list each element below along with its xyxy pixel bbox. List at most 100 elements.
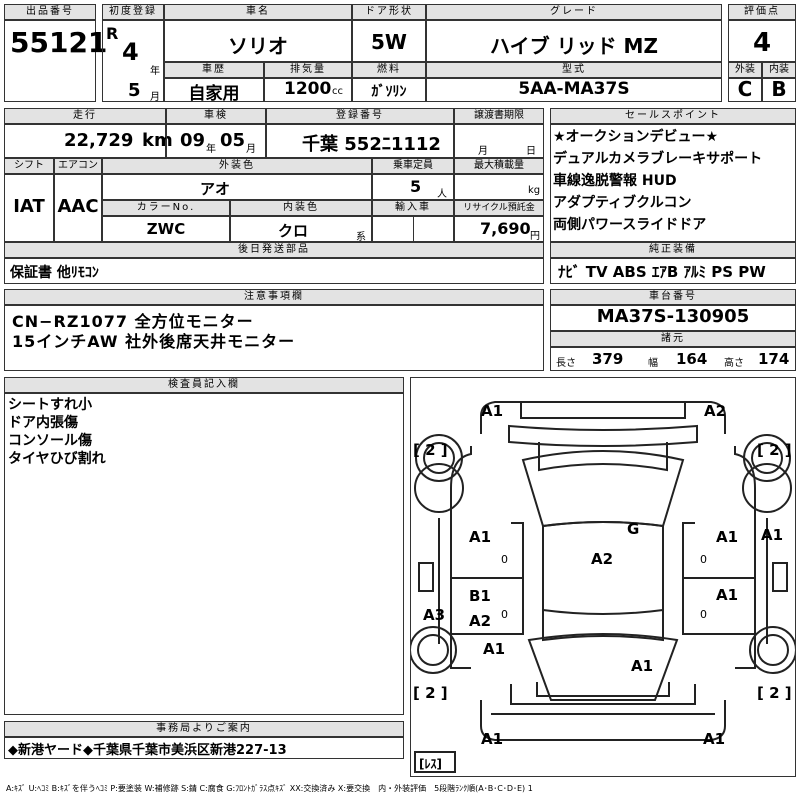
doc-deadline-month: 月 — [478, 146, 488, 157]
lot-number: 55121 — [10, 26, 108, 59]
mark-left-rear: A1 — [483, 640, 505, 658]
aircon: AAC — [57, 196, 99, 217]
inspector-label: 検査員記入欄 — [4, 377, 404, 393]
mark-front-right: A2 — [704, 402, 726, 420]
sales-point-item: デュアルカメラブレーキサポート — [553, 151, 763, 167]
max-load-label: 最大積載量 — [454, 158, 544, 174]
sales-points-label: セールスポイント — [550, 108, 796, 124]
first-reg-year: 4 — [122, 38, 139, 66]
model-label: 型式 — [426, 62, 722, 78]
ext-score: C — [737, 77, 753, 101]
mark-right-rear-door-num: 0 — [700, 608, 707, 621]
ext-color-label: 外装色 — [102, 158, 372, 174]
windshield — [521, 450, 685, 528]
mark-left-front-door-num: 0 — [501, 553, 508, 566]
sales-point-item: 両側パワースライドドア — [553, 217, 707, 233]
mark-left-rear-door-num: 0 — [501, 608, 508, 621]
score: 4 — [752, 28, 772, 58]
shaken-month: 05 — [220, 130, 246, 151]
mileage-label: 走行 — [4, 108, 166, 124]
aircon-label: エアコン — [54, 158, 102, 174]
history: 自家用 — [188, 84, 240, 104]
recycle-unit: 円 — [530, 231, 540, 242]
mark-left-quarter: A3 — [423, 606, 445, 624]
roof — [542, 521, 664, 615]
capacity-label: 乗車定員 — [372, 158, 454, 174]
later-parts: 保証書 他ﾘﾓｺﾝ — [10, 265, 99, 281]
fuel: ｶﾞｿﾘﾝ — [371, 84, 407, 100]
score-label: 評価点 — [728, 4, 796, 20]
specs-label: 諸元 — [550, 331, 796, 347]
first-reg-month: 5 — [128, 80, 141, 101]
tire-rear-right-grade: [ 2 ] — [757, 684, 792, 702]
legend: A:ｷｽﾞ U:ﾍｺﾐ B:ｷｽﾞを伴うﾍｺﾐ P:要塗装 W:補修跡 S:錆 … — [6, 784, 533, 793]
displacement: 1200 — [284, 79, 332, 99]
sales-point-item: アダプティブクルコン — [553, 195, 692, 211]
grade-label: グレード — [426, 4, 722, 20]
int-color-label: 内装色 — [230, 200, 372, 216]
mark-windshield: G — [627, 520, 639, 538]
height-label: 高さ — [724, 358, 744, 369]
inspector-line-4: タイヤひび割れ — [8, 451, 106, 467]
rear-hatch — [527, 633, 679, 701]
color-no-label: カラーNo. — [102, 200, 230, 216]
displacement-label: 排気量 — [264, 62, 352, 78]
int-color: クロ — [277, 222, 308, 240]
int-color-suffix: 系 — [356, 232, 366, 243]
inspector-line-1: シートすれ小 — [8, 397, 92, 413]
equipment-label: 純正装備 — [550, 242, 796, 258]
max-load-unit: kg — [528, 185, 541, 196]
mark-right-rear-door: A1 — [716, 586, 738, 604]
length-label: 長さ — [556, 358, 576, 369]
height: 174 — [758, 350, 790, 368]
length: 379 — [592, 350, 624, 368]
office-label: 事務局よりご案内 — [4, 721, 404, 737]
int-score-label: 内装 — [762, 62, 796, 78]
car-name-label: 車名 — [164, 4, 352, 20]
mark-rear-left: A1 — [481, 730, 503, 748]
office: ◆新港ヤード◆千葉県千葉市美浜区新港227-13 — [8, 743, 287, 758]
mark-left-front-door: A1 — [469, 528, 491, 546]
import-divider — [413, 216, 414, 242]
reg-no-label: 登録番号 — [266, 108, 454, 124]
inspector-line-2: ドア内張傷 — [8, 415, 78, 431]
fuel-label: 燃料 — [352, 62, 426, 78]
notes-line-2: 15インチAW 社外後席天井モニター — [12, 332, 296, 351]
displacement-unit: cc — [332, 86, 343, 97]
mark-front-left: A1 — [481, 402, 503, 420]
car-diagram: A1 A2 G A2 A1 0 B1 A2 0 A3 A1 A1 0 A1 A1… — [409, 377, 797, 777]
first-reg-era: R — [106, 24, 119, 43]
sales-points-list: ★オークションデビュー★ デュアルカメラブレーキサポート 車線逸脱警報 HUD アダプ… — [553, 126, 795, 236]
mark-left-rear-door-bottom: A2 — [469, 612, 491, 630]
later-parts-label: 後日発送部品 — [4, 242, 544, 258]
first-reg-label: 初度登録 — [102, 4, 164, 20]
car-name: ソリオ — [228, 34, 288, 58]
sales-point-item: ★オークションデビュー★ — [553, 129, 719, 145]
ext-color: アオ — [199, 180, 230, 198]
width-label: 幅 — [648, 358, 658, 369]
doc-deadline-label: 譲渡書期限 — [454, 108, 544, 124]
reg-no: 千葉 552ﾆ1112 — [302, 134, 441, 155]
mileage: 22,729 — [64, 130, 134, 151]
import-label: 輸入車 — [372, 200, 454, 216]
capacity: 5 — [410, 177, 422, 196]
shaken-year-unit: 年 — [206, 144, 216, 155]
mark-roof: A2 — [591, 550, 613, 568]
mark-right-front-door-num: 0 — [700, 553, 707, 566]
shift: IAT — [13, 196, 45, 217]
shaken-year: 09 — [180, 130, 206, 151]
tire-front-left-grade: [ 2 ] — [413, 441, 448, 459]
rear-bumper — [480, 700, 726, 741]
mark-left-rear-door-top: B1 — [469, 587, 491, 605]
width: 164 — [676, 350, 708, 368]
sales-point-item: 車線逸脱警報 HUD — [553, 173, 677, 189]
tire-front-right-grade: [ 2 ] — [757, 441, 792, 459]
mark-rear-hatch: A1 — [631, 657, 653, 675]
shift-label: シフト — [4, 158, 54, 174]
recycle-label: リサイクル預託金 — [454, 200, 544, 216]
spare-tire-grade: [ﾚｽ] — [419, 757, 442, 771]
chassis-label: 車台番号 — [550, 289, 796, 305]
history-label: 車歴 — [164, 62, 264, 78]
mark-right-front-door: A1 — [716, 528, 738, 546]
chassis: MA37S-130905 — [596, 306, 750, 327]
